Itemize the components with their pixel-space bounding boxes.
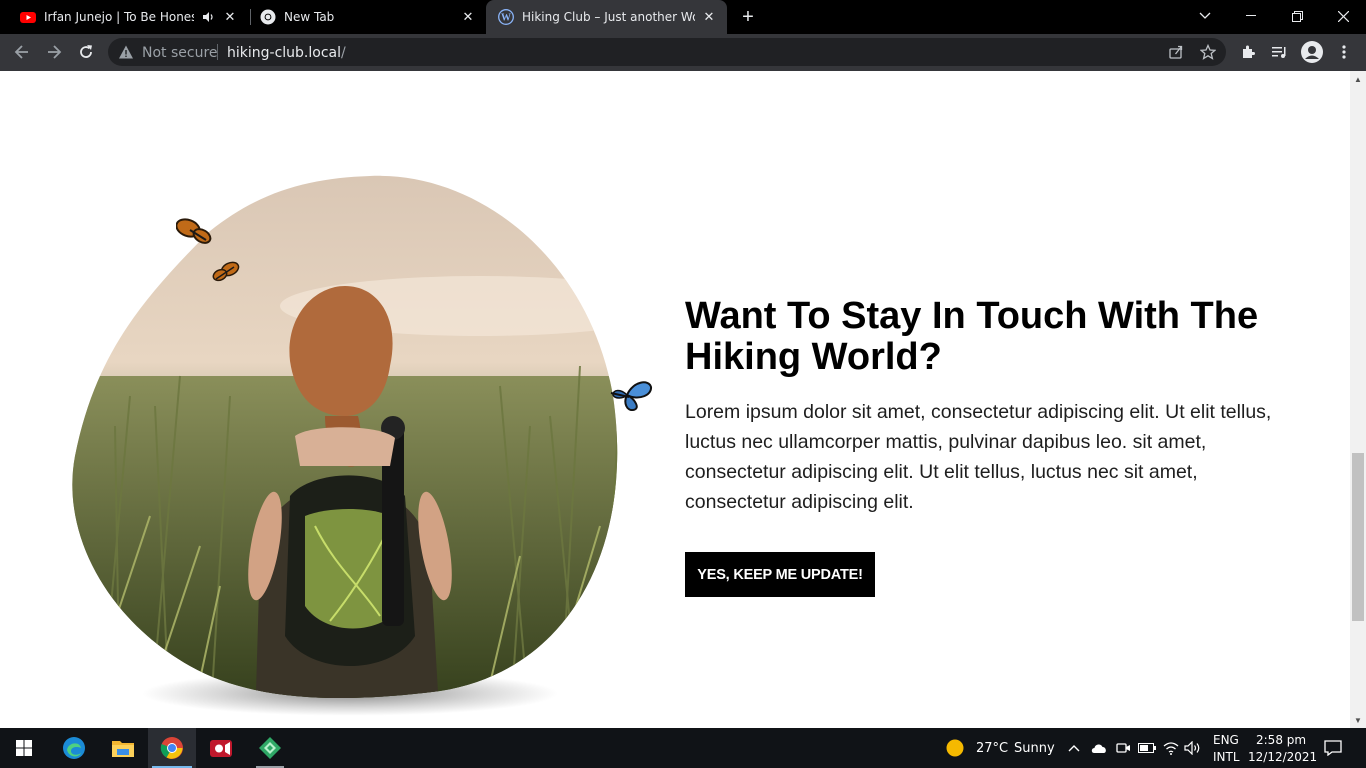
tab-hiking-club[interactable]: W Hiking Club – Just another WordPress s… xyxy=(486,0,727,34)
scroll-thumb[interactable] xyxy=(1352,453,1364,621)
forward-icon[interactable] xyxy=(40,38,68,66)
tab-new-tab[interactable]: New Tab ✕ xyxy=(248,0,486,34)
edge-icon xyxy=(63,737,85,759)
file-explorer-icon xyxy=(112,741,134,757)
extensions-icon[interactable] xyxy=(1234,38,1262,66)
wifi-icon[interactable] xyxy=(1161,738,1181,758)
svg-text:W: W xyxy=(501,13,511,24)
restore-icon[interactable] xyxy=(1274,0,1320,32)
language-indicator[interactable]: ENG xyxy=(1213,733,1239,747)
windows-logo-icon xyxy=(16,740,32,756)
media-controls-icon[interactable] xyxy=(1266,38,1294,66)
address-bar[interactable]: Not secure hiking-club.local/ xyxy=(108,38,1226,66)
tab-search-icon[interactable] xyxy=(1182,0,1228,32)
meet-now-icon[interactable] xyxy=(1113,738,1133,758)
page-scrollbar[interactable]: ▲ ▼ xyxy=(1350,71,1366,728)
minimize-icon[interactable] xyxy=(1228,0,1274,32)
hero-image-group xyxy=(60,166,652,726)
tab-label: Irfan Junejo | To Be Honest | Hiking Vlo… xyxy=(44,10,194,24)
url-host: hiking-club.local xyxy=(227,45,341,61)
chrome-icon xyxy=(260,9,276,25)
reload-icon[interactable] xyxy=(72,38,100,66)
browser-toolbar: Not secure hiking-club.local/ xyxy=(0,34,1366,71)
volume-icon[interactable] xyxy=(1183,738,1203,758)
tab-label: New Tab xyxy=(284,10,335,24)
taskbar-chrome[interactable] xyxy=(148,728,196,768)
share-icon[interactable] xyxy=(1166,42,1186,62)
chrome-icon xyxy=(160,737,183,759)
notifications-icon[interactable] xyxy=(1323,738,1343,758)
tab-youtube[interactable]: Irfan Junejo | To Be Honest | Hiking Vlo… xyxy=(8,0,248,34)
browser-tab-strip: Irfan Junejo | To Be Honest | Hiking Vlo… xyxy=(0,0,1366,34)
youtube-icon xyxy=(20,12,36,23)
close-tab-icon[interactable]: ✕ xyxy=(701,9,717,25)
security-label[interactable]: Not secure xyxy=(142,45,218,61)
bookmark-star-icon[interactable] xyxy=(1198,42,1218,62)
battery-icon[interactable] xyxy=(1137,738,1157,758)
warning-icon[interactable] xyxy=(118,44,134,60)
taskbar-screen-recorder[interactable] xyxy=(197,728,245,768)
wordpress-icon: W xyxy=(498,9,514,25)
butterfly-icon xyxy=(176,218,212,244)
taskbar-edge[interactable] xyxy=(50,728,98,768)
browser-menu-icon[interactable] xyxy=(1330,38,1358,66)
newsletter-heading: Want To Stay In Touch With The Hiking Wo… xyxy=(685,295,1259,378)
keyboard-layout-indicator[interactable]: INTL xyxy=(1213,750,1240,764)
hiker-photo xyxy=(72,175,618,699)
url-text[interactable]: hiking-club.local/ xyxy=(227,45,346,61)
taskbar-file-explorer[interactable] xyxy=(99,728,147,768)
taskbar-app[interactable] xyxy=(246,728,294,768)
windows-taskbar: 27°C Sunny ENG INTL 2:58 pm 12/12/2021 xyxy=(0,728,1366,768)
screen-recorder-icon xyxy=(210,740,232,757)
close-window-icon[interactable] xyxy=(1320,0,1366,32)
audio-playing-icon[interactable] xyxy=(202,10,216,24)
start-button[interactable] xyxy=(0,728,48,768)
app-icon xyxy=(259,737,281,759)
clock-time[interactable]: 2:58 pm xyxy=(1256,733,1306,747)
blue-butterfly-icon xyxy=(610,381,652,411)
scroll-down-arrow-icon[interactable]: ▼ xyxy=(1350,712,1366,728)
weather-sun-icon[interactable] xyxy=(945,738,965,758)
newsletter-description: Lorem ipsum dolor sit amet, consectetur … xyxy=(685,401,1272,513)
close-tab-icon[interactable]: ✕ xyxy=(222,9,238,25)
tab-label: Hiking Club – Just another WordPress sit… xyxy=(522,10,695,24)
profile-avatar[interactable] xyxy=(1298,38,1326,66)
butterfly-icon xyxy=(212,261,240,282)
subscribe-button[interactable]: YES, KEEP ME UPDATE! xyxy=(685,552,875,597)
close-tab-icon[interactable]: ✕ xyxy=(460,9,476,25)
scroll-up-arrow-icon[interactable]: ▲ xyxy=(1350,71,1366,87)
clock-date[interactable]: 12/12/2021 xyxy=(1248,750,1317,764)
onedrive-cloud-icon[interactable] xyxy=(1089,738,1109,758)
new-tab-button[interactable]: + xyxy=(736,5,760,29)
weather-temperature[interactable]: 27°C xyxy=(976,741,1008,756)
show-hidden-icons-icon[interactable] xyxy=(1064,738,1084,758)
omnibox-divider xyxy=(217,44,218,60)
back-icon[interactable] xyxy=(8,38,36,66)
url-path: / xyxy=(341,45,346,61)
weather-condition[interactable]: Sunny xyxy=(1014,741,1055,756)
web-page: Want To Stay In Touch With The Hiking Wo… xyxy=(0,71,1350,728)
